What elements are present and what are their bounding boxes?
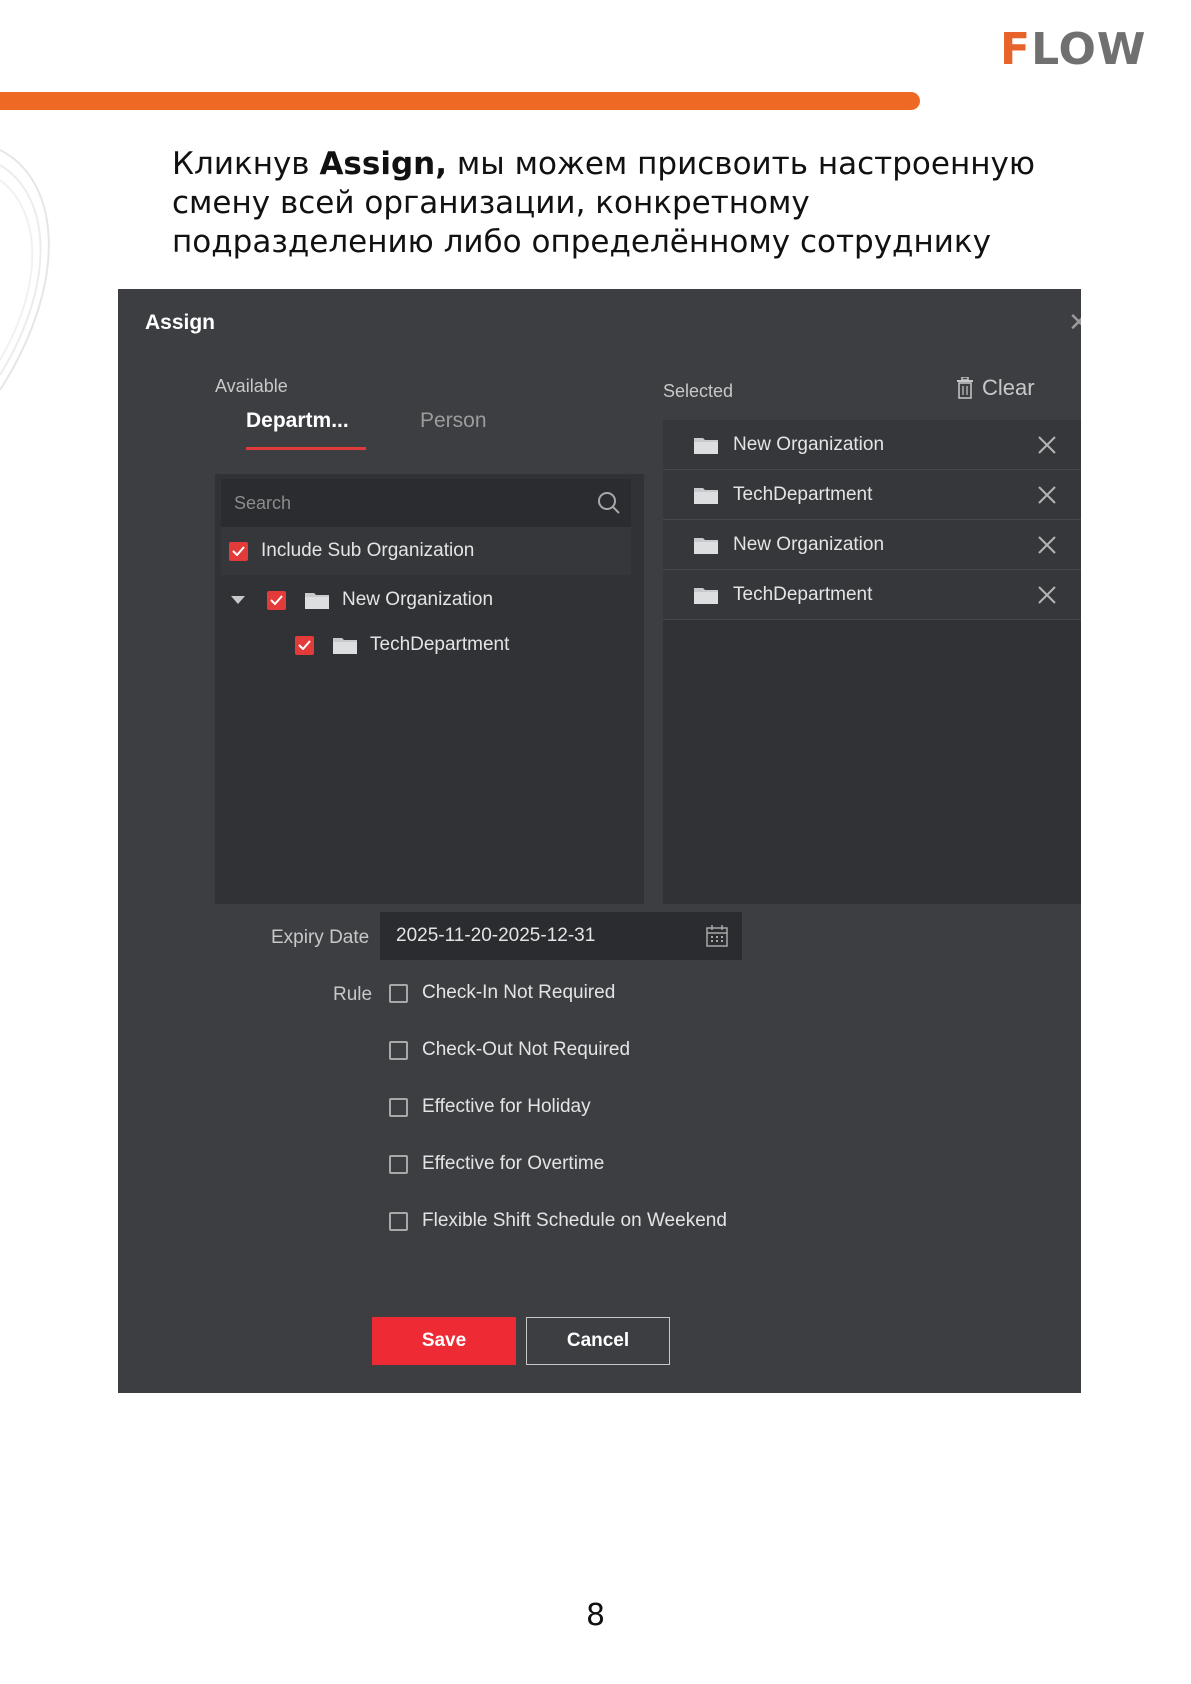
tree-node-new-organization[interactable]: New Organization — [231, 580, 493, 620]
page-number: 8 — [585, 1598, 606, 1633]
selected-label: Selected — [663, 381, 734, 401]
clear-button[interactable]: Clear — [956, 375, 1035, 401]
remove-icon[interactable] — [1037, 535, 1057, 555]
expiry-date-field[interactable]: 2025-11-20-2025-12-31 — [380, 912, 742, 960]
rule-checkbox[interactable] — [389, 983, 408, 1003]
rule-check-in-not-required[interactable]: Check-In Not Required — [389, 982, 615, 1004]
selected-item: New Organization — [663, 420, 1081, 470]
remove-icon[interactable] — [1037, 485, 1057, 505]
flow-logo: FLOW — [1000, 28, 1146, 72]
rule-flexible-shift-weekend[interactable]: Flexible Shift Schedule on Weekend — [389, 1210, 727, 1232]
folder-icon — [333, 638, 357, 654]
chevron-down-icon[interactable] — [231, 596, 245, 604]
selected-item-label: TechDepartment — [733, 483, 873, 505]
remove-icon[interactable] — [1037, 435, 1057, 455]
checkmark-icon — [232, 546, 245, 556]
intro-paragraph: Кликнув Assign, мы можем присвоить настр… — [172, 145, 1072, 262]
rule-effective-for-holiday[interactable]: Effective for Holiday — [389, 1096, 591, 1118]
rule-label-text: Flexible Shift Schedule on Weekend — [422, 1210, 727, 1231]
selected-item: New Organization — [663, 520, 1081, 570]
logo-mark: F — [1000, 24, 1032, 75]
include-sub-organization-row[interactable]: Include Sub Organization — [221, 527, 631, 575]
rule-label-text: Check-Out Not Required — [422, 1039, 631, 1060]
rule-checkbox[interactable] — [389, 1154, 408, 1174]
tab-department[interactable]: Departm... — [246, 409, 366, 450]
tree-label: New Organization — [342, 589, 494, 610]
decorative-swoosh — [0, 149, 50, 391]
rule-check-out-not-required[interactable]: Check-Out Not Required — [389, 1039, 630, 1061]
cancel-button[interactable]: Cancel — [526, 1317, 670, 1365]
tree-node-techdepartment[interactable]: TechDepartment — [295, 625, 509, 665]
include-sub-label: Include Sub Organization — [261, 540, 475, 561]
header-accent-bar — [0, 92, 920, 110]
expiry-date-value: 2025-11-20-2025-12-31 — [396, 925, 596, 946]
close-icon[interactable]: ✕ — [1068, 307, 1081, 338]
intro-assign-keyword: Assign, — [319, 146, 447, 182]
selected-item-label: New Organization — [733, 533, 885, 555]
selected-item-label: New Organization — [733, 433, 885, 455]
rule-label: Rule — [333, 984, 373, 1005]
selected-item-label: TechDepartment — [733, 583, 873, 605]
assign-dialog: Assign ✕ Available Selected Clear Depart… — [118, 289, 1081, 1393]
tree-checkbox[interactable] — [267, 590, 286, 610]
checkmark-icon — [270, 595, 283, 605]
selected-panel: New Organization TechDepartment New Orga… — [663, 420, 1081, 904]
include-sub-checkbox[interactable] — [229, 541, 248, 561]
remove-icon[interactable] — [1037, 585, 1057, 605]
logo-text: LOW — [1031, 24, 1147, 75]
rule-checkbox[interactable] — [389, 1097, 408, 1117]
clear-label: Clear — [982, 375, 1035, 400]
rule-label-text: Check-In Not Required — [422, 982, 616, 1003]
tree-label: TechDepartment — [370, 634, 510, 655]
selected-item: TechDepartment — [663, 570, 1081, 620]
folder-icon — [694, 537, 718, 554]
folder-icon — [694, 587, 718, 604]
search-placeholder: Search — [234, 492, 292, 513]
rule-checkbox[interactable] — [389, 1040, 408, 1060]
calendar-icon[interactable] — [706, 925, 728, 947]
folder-icon — [694, 487, 718, 504]
search-icon[interactable] — [597, 491, 621, 515]
tab-person[interactable]: Person — [420, 409, 487, 447]
tree-checkbox[interactable] — [295, 635, 314, 655]
rule-effective-for-overtime[interactable]: Effective for Overtime — [389, 1153, 604, 1175]
checkmark-icon — [298, 640, 311, 650]
search-input[interactable]: Search — [221, 479, 631, 527]
expiry-date-label: Expiry Date — [271, 927, 370, 948]
dialog-title: Assign — [145, 311, 216, 334]
folder-icon — [694, 437, 718, 454]
selected-item: TechDepartment — [663, 470, 1081, 520]
save-button[interactable]: Save — [372, 1317, 516, 1365]
intro-lead: Кликнув — [172, 146, 320, 182]
available-panel: Search Include Sub Organization New Orga… — [215, 474, 644, 904]
trash-icon — [957, 377, 973, 399]
folder-icon — [305, 593, 329, 609]
rule-checkbox[interactable] — [389, 1211, 408, 1231]
rule-label-text: Effective for Overtime — [422, 1153, 605, 1174]
available-label: Available — [215, 376, 288, 396]
rule-label-text: Effective for Holiday — [422, 1096, 591, 1117]
